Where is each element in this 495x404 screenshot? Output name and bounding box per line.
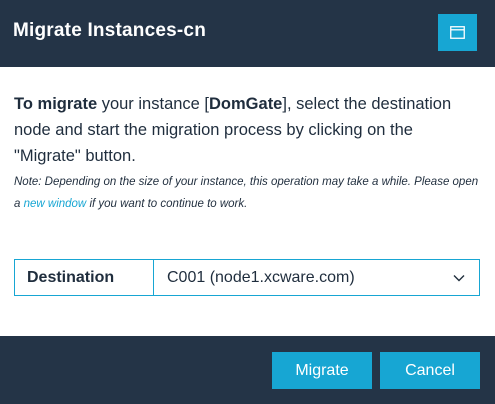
migrate-instructions: To migrate your instance [DomGate], sele… (14, 91, 484, 169)
dialog-header: Migrate Instances-cn (0, 0, 495, 67)
new-window-link[interactable]: new window (24, 198, 87, 210)
dialog-title: Migrate Instances-cn (13, 20, 206, 41)
destination-label: Destination (15, 260, 154, 295)
cancel-button[interactable]: Cancel (380, 352, 480, 389)
maximize-window-button[interactable] (438, 14, 477, 51)
destination-select[interactable]: C001 (node1.xcware.com) (154, 260, 479, 295)
migrate-button[interactable]: Migrate (272, 352, 372, 389)
instructions-lead: To migrate (14, 95, 98, 113)
note-text-after: if you want to continue to work. (86, 198, 248, 210)
dialog-body: To migrate your instance [DomGate], sele… (0, 67, 495, 336)
migration-note: Note: Depending on the size of your inst… (14, 171, 484, 215)
destination-field: Destination C001 (node1.xcware.com) (14, 259, 480, 296)
instance-name: DomGate (209, 95, 283, 113)
instructions-part1: your instance [ (97, 95, 210, 113)
destination-selected-value: C001 (node1.xcware.com) (167, 268, 355, 286)
chevron-down-icon (453, 274, 465, 281)
dialog-footer: Migrate Cancel (0, 336, 495, 404)
window-icon (450, 26, 465, 39)
